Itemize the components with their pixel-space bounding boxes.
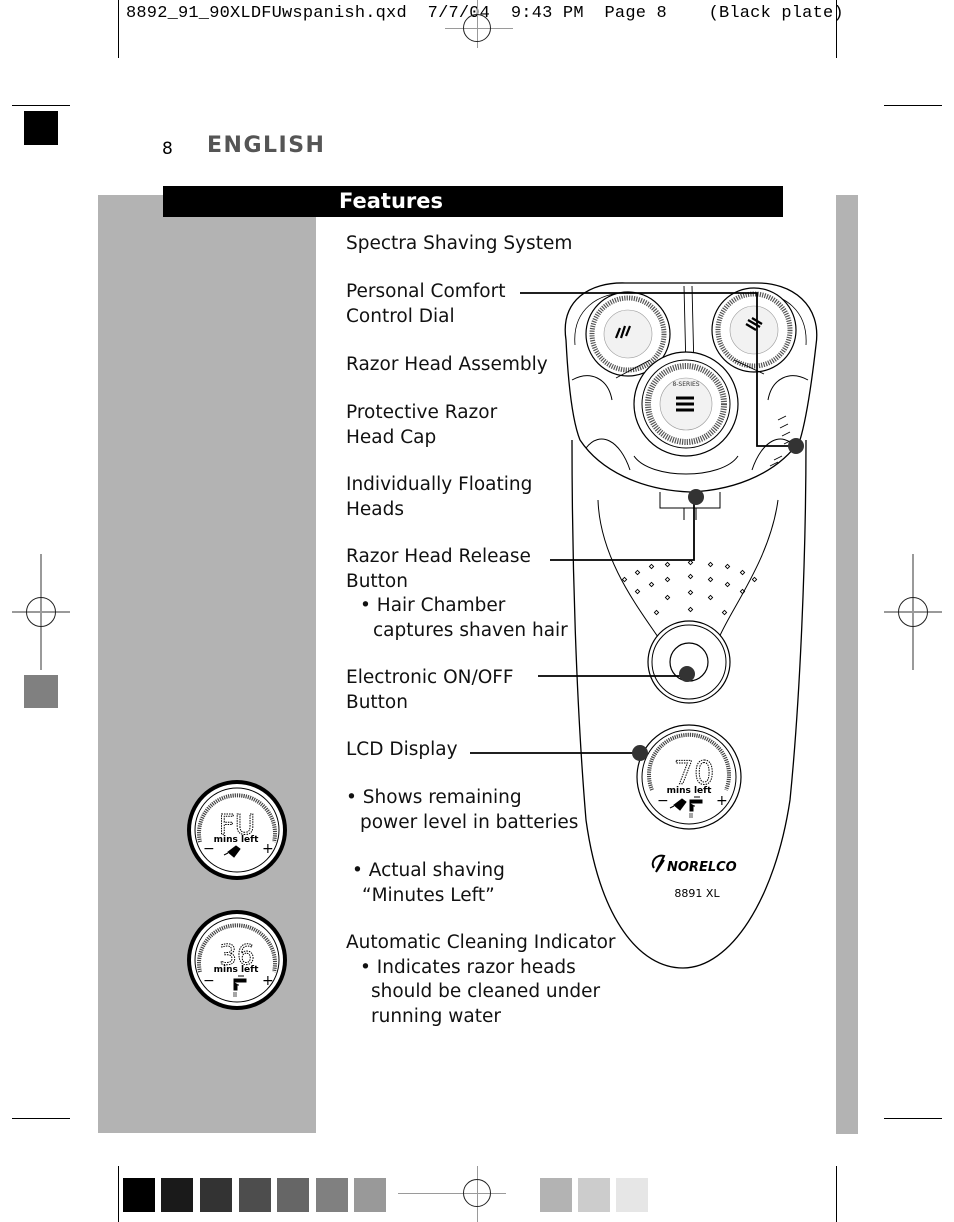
lcd-main: 70 mins left − +: [636, 724, 742, 830]
norelco-emblem-icon: [651, 854, 666, 873]
lcd-full-charge-caption: mins left: [214, 835, 259, 845]
lcd-full-charge: FU mins left − +: [187, 780, 287, 880]
brand-name: NORELCO: [667, 860, 737, 875]
leader-release-button: [550, 498, 695, 561]
lcd-main-plus: +: [716, 793, 728, 809]
head-marking: 8-SERIES: [672, 381, 699, 388]
model-number: 8891 XL: [674, 887, 720, 900]
callout-dot-release-button: [688, 489, 704, 505]
on-off-button-graphic: [647, 620, 731, 704]
callout-dot-on-off: [679, 666, 695, 682]
lcd-cleaning-minus: −: [203, 973, 215, 989]
hair-chamber-vents: [621, 559, 758, 616]
hair-chamber-outline: [597, 499, 779, 641]
brand-logo: NORELCO: [651, 854, 737, 875]
shaver-illustration: 8-SERIES 70 mins left − + NORELCO 8891 X…: [187, 282, 818, 1010]
lcd-full-charge-plus: +: [262, 841, 274, 857]
lcd-full-charge-minus: −: [203, 841, 215, 857]
lcd-cleaning-caption: mins left: [214, 965, 259, 975]
shaving-head-bottom: 8-SERIES: [633, 351, 739, 457]
lcd-cleaning-plus: +: [262, 973, 274, 989]
lcd-main-minus: −: [657, 793, 669, 809]
shaving-head-top-right: [711, 287, 797, 373]
lcd-main-caption: mins left: [667, 786, 712, 796]
callout-dot-lcd: [632, 745, 648, 761]
lcd-cleaning: 36 mins left − +: [187, 910, 287, 1010]
callout-dot-comfort-dial: [788, 438, 804, 454]
